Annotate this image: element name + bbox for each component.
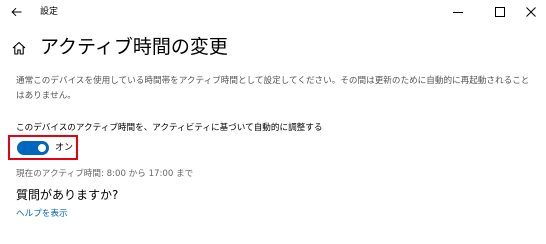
back-arrow-icon bbox=[10, 7, 21, 17]
page-title: アクティブ時間の変更 bbox=[40, 36, 228, 58]
help-heading: 質問がありますか? bbox=[16, 188, 119, 202]
close-icon bbox=[526, 7, 536, 17]
maximize-button[interactable] bbox=[484, 0, 516, 24]
back-button[interactable] bbox=[6, 3, 26, 21]
toggle-knob bbox=[38, 144, 46, 152]
toggle-state-text: オン bbox=[55, 143, 74, 153]
home-icon[interactable] bbox=[11, 40, 27, 56]
title-bar: 設定 bbox=[0, 0, 546, 26]
auto-adjust-toggle[interactable] bbox=[17, 141, 49, 155]
minimize-button[interactable] bbox=[442, 0, 474, 24]
window-title: 設定 bbox=[40, 7, 59, 17]
close-button[interactable] bbox=[515, 0, 546, 24]
maximize-icon bbox=[495, 7, 505, 17]
auto-adjust-label: このデバイスのアクティブ時間を、アクティビティに基づいて自動的に調整する bbox=[16, 123, 323, 133]
minimize-icon bbox=[453, 12, 463, 13]
help-link[interactable]: ヘルプを表示 bbox=[16, 208, 68, 221]
current-active-hours: 現在のアクティブ時間: 8:00 から 17:00 まで bbox=[16, 169, 194, 179]
page-description: 通常このデバイスを使用している時間帯をアクティブ時間として設定してください。その… bbox=[16, 76, 530, 101]
